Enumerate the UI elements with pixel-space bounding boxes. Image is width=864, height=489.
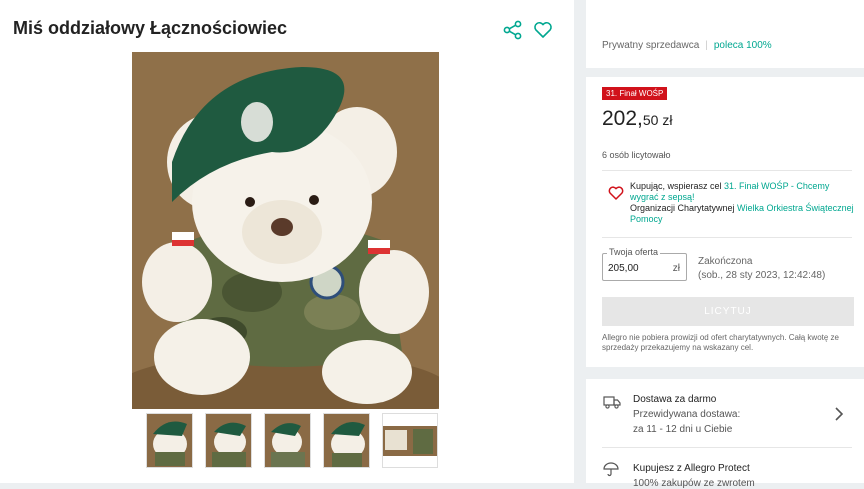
divider <box>602 170 852 171</box>
delivery-expected-label: Przewidywana dostawa: <box>633 409 741 420</box>
seller-recommend-link[interactable]: poleca 100% <box>714 40 772 51</box>
ended-date: (sob., 28 sty 2023, 12:42:48) <box>698 270 826 281</box>
status-text: Zakończona <box>698 256 753 267</box>
charity-prefix: Kupując, wspierasz cel <box>630 181 725 191</box>
seller-type: Prywatny sprzedawca <box>602 40 700 51</box>
auction-status: Zakończona (sob., 28 sty 2023, 12:42:48) <box>698 255 825 283</box>
separator: | <box>705 40 708 51</box>
thumbnail[interactable] <box>382 413 438 468</box>
heart-icon <box>608 186 624 200</box>
thumbnail[interactable] <box>146 413 193 468</box>
thumbnail[interactable] <box>264 413 311 468</box>
offer-sidebar: Prywatny sprzedawca | poleca 100% 31. Fina… <box>586 0 864 489</box>
price: 202,50 zł <box>602 107 672 131</box>
thumbnail-strip <box>146 413 438 468</box>
delivery-expected-value: za 11 - 12 dni u Ciebie <box>633 424 733 435</box>
share-icon[interactable] <box>503 20 523 40</box>
thumbnail[interactable] <box>323 413 370 468</box>
seller-info: Prywatny sprzedawca | poleca 100% <box>602 40 772 51</box>
delivery-title: Dostawa za darmo <box>633 394 717 405</box>
bid-value: 205,00 <box>608 263 639 274</box>
bid-input[interactable]: Twoja oferta 205,00 zł <box>602 247 687 281</box>
protect-title: Kupujesz z Allegro Protect <box>633 463 750 474</box>
divider <box>602 447 852 448</box>
price-cents: 50 zł <box>642 112 673 128</box>
bid-button[interactable]: LICYTUJ <box>602 297 854 326</box>
delivery-box[interactable]: Dostawa za darmo Przewidywana dostawa: z… <box>586 379 864 489</box>
main-product-image[interactable] <box>132 52 439 409</box>
chevron-right-icon[interactable] <box>833 407 845 421</box>
price-main: 202, <box>602 107 643 130</box>
protect-subtitle: 100% zakupów ze zwrotem <box>633 478 755 489</box>
favorite-heart-icon[interactable] <box>533 20 553 40</box>
seller-box: Prywatny sprzedawca | poleca 100% <box>586 0 864 68</box>
product-gallery-panel: Miś oddziałowy Łącznościowiec <box>0 0 574 483</box>
thumbnail[interactable] <box>205 413 252 468</box>
charity-note: Allegro nie pobiera prowizji od ofert ch… <box>602 333 840 352</box>
umbrella-icon <box>603 462 619 477</box>
bid-label: Twoja oferta <box>607 247 661 257</box>
truck-icon <box>603 396 621 409</box>
bidders-count: 6 osób licytowało <box>602 150 671 160</box>
charity-info: Kupując, wspierasz cel 31. Finał WOŚP - … <box>604 181 854 225</box>
teddy-bear-image <box>132 52 439 409</box>
offer-box: 31. Finał WOŚP 202,50 zł 6 osób licytowa… <box>586 77 864 367</box>
charity-badge: 31. Finał WOŚP <box>602 87 668 100</box>
charity-org-prefix: Organizacji Charytatywnej <box>630 203 738 213</box>
bid-currency: zł <box>672 263 680 274</box>
product-title: Miś oddziałowy Łącznościowiec <box>13 18 288 38</box>
divider <box>602 237 852 238</box>
